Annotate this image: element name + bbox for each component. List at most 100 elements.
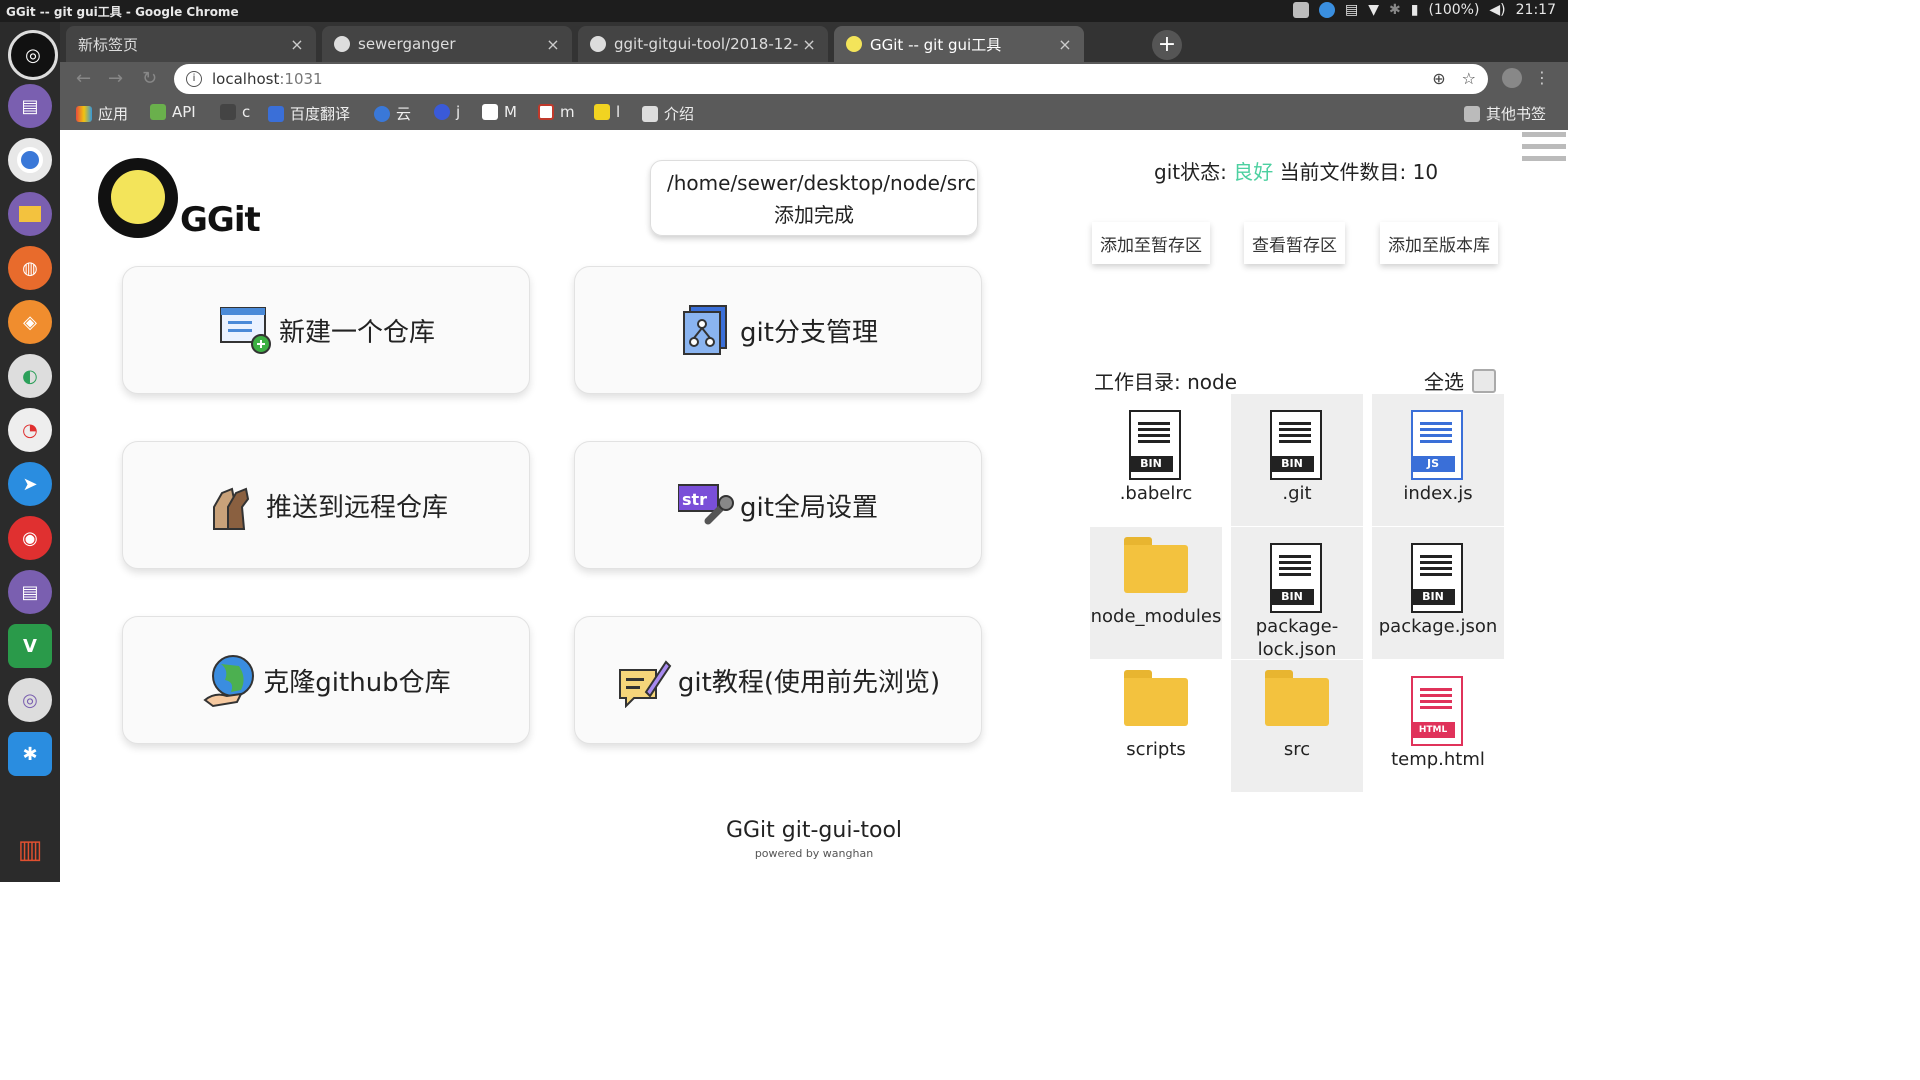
file-item[interactable]: BIN package.json bbox=[1372, 527, 1504, 659]
pie-icon[interactable]: ◔ bbox=[8, 408, 52, 452]
vim-icon[interactable]: V bbox=[8, 624, 52, 668]
bookmark-api[interactable]: API bbox=[150, 103, 196, 121]
software-center-icon[interactable]: ◈ bbox=[8, 300, 52, 344]
site-info-icon[interactable]: i bbox=[186, 71, 202, 87]
zoom-icon[interactable]: ⊕ bbox=[1432, 69, 1445, 88]
camera-icon[interactable]: ◎ bbox=[8, 678, 52, 722]
ggit-logo: GGit bbox=[98, 158, 261, 248]
file-item[interactable]: BIN package-lock.json bbox=[1231, 527, 1363, 660]
launcher: ◎ ▤ ◍ ◈ ◐ ◔ ➤ ◉ ▤ V ◎ ✱ ▥ bbox=[0, 22, 60, 882]
apps-grid-icon bbox=[76, 105, 92, 122]
clone-github-button[interactable]: 克隆github仓库 bbox=[122, 616, 530, 744]
workspace-icon[interactable] bbox=[1292, 2, 1309, 18]
profile-avatar[interactable] bbox=[1502, 68, 1522, 88]
tutorial-pen-icon bbox=[618, 660, 672, 708]
back-icon[interactable]: ← bbox=[76, 68, 91, 89]
tab-sewerganger[interactable]: sewerganger × bbox=[322, 26, 572, 62]
chess-knight-icon bbox=[212, 487, 250, 530]
file-item[interactable]: BIN .babelrc bbox=[1090, 394, 1222, 526]
cloud-icon bbox=[374, 105, 390, 122]
logo-face-icon bbox=[98, 158, 178, 238]
global-settings-button[interactable]: str git全局设置 bbox=[574, 441, 982, 569]
html-file-icon: HTML bbox=[1411, 676, 1463, 746]
folder-item[interactable]: scripts bbox=[1090, 660, 1222, 792]
branch-manage-button[interactable]: git分支管理 bbox=[574, 266, 982, 394]
file-name: package-lock.json bbox=[1255, 616, 1339, 660]
moon-icon bbox=[434, 104, 450, 120]
new-repo-button[interactable]: 新建一个仓库 bbox=[122, 266, 530, 394]
bookmark-l[interactable]: l bbox=[594, 103, 620, 121]
file-name: temp.html bbox=[1391, 749, 1485, 770]
text-editor-icon[interactable]: ▤ bbox=[8, 570, 52, 614]
close-icon[interactable]: × bbox=[542, 35, 564, 54]
file-item[interactable]: HTML temp.html bbox=[1372, 660, 1504, 792]
folder-item[interactable]: node_modules bbox=[1090, 527, 1222, 659]
bookmark-c[interactable]: c bbox=[220, 103, 250, 121]
document-icon[interactable]: ▤ bbox=[8, 84, 52, 128]
chrome-icon[interactable] bbox=[8, 138, 52, 182]
c-icon bbox=[220, 104, 236, 120]
volume-icon[interactable]: ◀) bbox=[1489, 2, 1505, 18]
reload-icon[interactable]: ↻ bbox=[142, 68, 157, 89]
file-item[interactable]: BIN .git bbox=[1231, 394, 1363, 526]
star-app-icon[interactable]: ✱ bbox=[8, 732, 52, 776]
close-icon[interactable]: × bbox=[1054, 35, 1076, 54]
ubuntu-icon[interactable]: ◎ bbox=[8, 30, 58, 80]
clock[interactable]: 21:17 bbox=[1516, 2, 1556, 18]
tab-label: GGit -- git gui工具 bbox=[870, 35, 1002, 54]
tab-newtab[interactable]: 新标签页 × bbox=[66, 26, 316, 62]
keyboard-icon[interactable]: ▤ bbox=[1345, 2, 1358, 18]
bin-file-icon: BIN bbox=[1129, 410, 1181, 480]
card-label: 推送到远程仓库 bbox=[265, 492, 448, 523]
files-icon[interactable] bbox=[8, 192, 52, 236]
file-name: src bbox=[1283, 739, 1311, 760]
js-file-icon: JS bbox=[1411, 410, 1463, 480]
add-to-repo-button[interactable]: 添加至版本库 bbox=[1380, 222, 1498, 264]
close-icon[interactable]: × bbox=[286, 35, 308, 54]
other-bookmarks[interactable]: 其他书签 bbox=[1464, 103, 1546, 124]
folder-item[interactable]: src bbox=[1231, 660, 1363, 792]
bookmark-star-icon[interactable]: ☆ bbox=[1462, 69, 1476, 88]
bookmark-apps[interactable]: 应用 bbox=[76, 103, 128, 124]
messenger-icon[interactable]: ➤ bbox=[8, 462, 52, 506]
netease-music-icon[interactable]: ◉ bbox=[8, 516, 52, 560]
tab-strip: 新标签页 × sewerganger × ggit-gitgui-tool/20… bbox=[60, 22, 1568, 62]
close-icon[interactable]: × bbox=[798, 35, 820, 54]
file-item[interactable]: JS index.js bbox=[1372, 394, 1504, 526]
battery-icon[interactable]: ▮ bbox=[1411, 2, 1419, 18]
bookmark-yun[interactable]: 云 bbox=[374, 103, 411, 124]
menu-icon[interactable]: ⋮ bbox=[1534, 68, 1550, 87]
bluetooth-icon[interactable]: ✱ bbox=[1389, 2, 1401, 18]
add-to-stage-button[interactable]: 添加至暂存区 bbox=[1092, 222, 1210, 264]
view-stage-button[interactable]: 查看暂存区 bbox=[1244, 222, 1345, 264]
status-message: /home/sewer/desktop/node/src添加完成 bbox=[650, 160, 978, 236]
settings-toggle-icon[interactable]: ◐ bbox=[8, 354, 52, 398]
m-logo-icon bbox=[538, 104, 554, 120]
new-tab-button[interactable]: + bbox=[1152, 30, 1182, 60]
forward-icon[interactable]: → bbox=[108, 68, 123, 89]
tab-ggit-repo[interactable]: ggit-gitgui-tool/2018-12- × bbox=[578, 26, 828, 62]
bookmark-m-upper[interactable]: M bbox=[482, 103, 517, 121]
git-tutorial-button[interactable]: git教程(使用前先浏览) bbox=[574, 616, 982, 744]
address-bar[interactable]: i localhost:1031 ⊕ ☆ bbox=[174, 64, 1488, 94]
wifi-icon[interactable]: ▼ bbox=[1368, 2, 1379, 18]
firefox-icon[interactable]: ◍ bbox=[8, 246, 52, 290]
hamburger-menu-icon[interactable] bbox=[1522, 132, 1566, 176]
push-remote-button[interactable]: 推送到远程仓库 bbox=[122, 441, 530, 569]
bookmark-m-lower[interactable]: m bbox=[538, 103, 575, 121]
bookmark-j[interactable]: j bbox=[434, 103, 460, 121]
folder-icon bbox=[1124, 670, 1188, 726]
chat-icon[interactable] bbox=[1318, 2, 1335, 18]
m-site-icon bbox=[482, 104, 498, 120]
trash-icon[interactable]: ▥ bbox=[8, 828, 52, 872]
bookmark-intro[interactable]: 介绍 bbox=[642, 103, 694, 124]
file-name: scripts bbox=[1126, 739, 1186, 760]
select-all[interactable]: 全选 bbox=[1424, 366, 1496, 395]
tab-ggit-app[interactable]: GGit -- git gui工具 × bbox=[834, 26, 1084, 62]
bookmark-baidu-fanyi[interactable]: 百度翻译 bbox=[268, 103, 350, 124]
globe-hand-icon bbox=[203, 655, 255, 708]
settings-wrench-icon: str bbox=[678, 484, 735, 525]
select-all-checkbox[interactable] bbox=[1472, 368, 1496, 393]
bin-file-icon: BIN bbox=[1270, 543, 1322, 613]
info-site-icon bbox=[642, 105, 658, 122]
